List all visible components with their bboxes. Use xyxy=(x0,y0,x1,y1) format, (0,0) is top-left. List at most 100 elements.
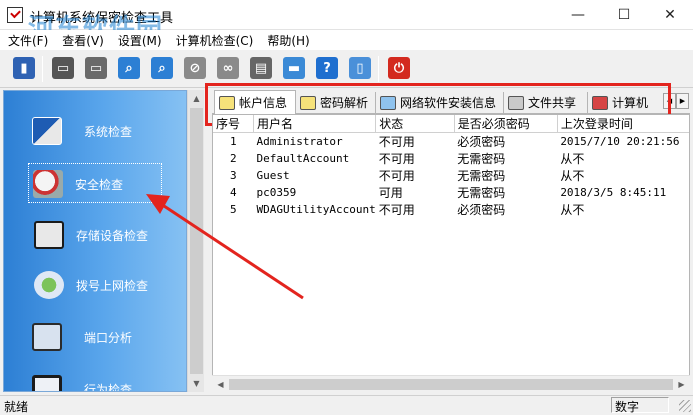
security-check-icon xyxy=(33,170,63,198)
table-cell: 不可用 xyxy=(378,169,415,183)
table-row[interactable]: 2 DefaultAccount 不可用 无需密码 从不 xyxy=(213,150,689,167)
resize-grip-icon[interactable] xyxy=(679,400,691,412)
tab-network-software[interactable]: 网络软件安装信息 xyxy=(376,92,504,113)
col-header-status[interactable]: 状态 xyxy=(375,115,455,133)
monitor-check-icon: ▭ xyxy=(85,57,107,79)
minimize-button[interactable]: — xyxy=(555,0,601,30)
table-row[interactable]: 3 Guest 不可用 无需密码 从不 xyxy=(213,167,689,184)
help-button[interactable]: ? xyxy=(313,54,341,82)
table-cell: 4 xyxy=(229,186,237,199)
table-cell: WDAGUtilityAccount xyxy=(256,203,376,216)
table-cell: 必须密码 xyxy=(457,203,506,217)
nav-item-security-check[interactable]: 安全检查 xyxy=(28,163,162,203)
tab-computer[interactable]: 计算机 xyxy=(588,92,666,113)
report-button[interactable]: ▤ xyxy=(247,54,275,82)
save-button[interactable]: ▮ xyxy=(10,54,38,82)
scroll-down-icon[interactable]: ▼ xyxy=(188,375,205,392)
table-hscrollbar[interactable]: ◀ ▶ xyxy=(212,375,690,392)
close-button[interactable]: ✕ xyxy=(647,0,693,30)
document-button[interactable]: ▯ xyxy=(346,54,374,82)
nav-item-label: 端口分析 xyxy=(84,331,133,345)
tab-prev-icon[interactable]: ◀ xyxy=(663,93,676,109)
clip-button[interactable]: ⊘ xyxy=(181,54,209,82)
monitor-button[interactable]: ▭ xyxy=(49,54,77,82)
nav-scrollbar[interactable]: ▲ ▼ xyxy=(187,90,204,392)
tab-file-share[interactable]: 文件共享 xyxy=(504,92,588,113)
report-icon: ▤ xyxy=(250,57,272,79)
tab-label: 计算机 xyxy=(612,96,649,110)
link-icon: ∞ xyxy=(217,57,239,79)
nav-panel: 系统检查 安全检查 存储设备检查 拨号上网检查 端口分析 行为检查 xyxy=(3,90,187,392)
exit-icon: ⏻ xyxy=(388,57,410,79)
nav-item-port-analysis[interactable]: 端口分析 xyxy=(4,317,186,357)
scroll-right-icon[interactable]: ▶ xyxy=(673,376,690,393)
nav-item-label: 安全检查 xyxy=(75,178,124,192)
nav-item-label: 行为检查 xyxy=(84,383,133,392)
table-header-row: 序号 用户名 状态 是否必须密码 上次登录时间 xyxy=(213,115,689,133)
nav-item-dialup-check[interactable]: 拨号上网检查 xyxy=(4,265,186,305)
file-share-icon xyxy=(508,95,524,110)
nav-item-behavior-check[interactable]: 行为检查 xyxy=(4,369,186,392)
table-cell: 无需密码 xyxy=(457,152,506,166)
scroll-left-icon[interactable]: ◀ xyxy=(212,376,229,393)
scroll-thumb[interactable] xyxy=(190,108,203,374)
window-title: 计算机系统保密检查工具 xyxy=(30,11,174,26)
nav-item-system-check[interactable]: 系统检查 xyxy=(4,111,186,151)
folder-button[interactable]: ▬ xyxy=(280,54,308,82)
tab-password-analysis[interactable]: 密码解析 xyxy=(296,92,376,113)
table-cell: 1 xyxy=(229,135,237,148)
table-cell: 2 xyxy=(229,152,237,165)
col-header-last-login[interactable]: 上次登录时间 xyxy=(557,115,689,133)
table-row[interactable]: 1 Administrator 不可用 必须密码 2015/7/10 20:21:56 xyxy=(213,133,689,151)
table-cell: pc0359 xyxy=(256,186,297,199)
save-icon: ▮ xyxy=(13,57,35,79)
maximize-button[interactable]: ☐ xyxy=(601,0,647,30)
table-cell: 无需密码 xyxy=(457,186,506,200)
computer-icon xyxy=(592,95,608,110)
scroll-thumb[interactable] xyxy=(229,379,673,390)
account-table-panel: 序号 用户名 状态 是否必须密码 上次登录时间 1 Administrator 不可… xyxy=(212,114,690,392)
system-check-icon xyxy=(32,117,62,145)
app-check-icon[interactable] xyxy=(7,7,23,23)
table-row[interactable]: 5 WDAGUtilityAccount 不可用 必须密码 从不 xyxy=(213,201,689,218)
clip-icon: ⊘ xyxy=(184,57,206,79)
menu-computer-check[interactable]: 计算机检查(C) xyxy=(176,32,254,49)
table-cell: 不可用 xyxy=(378,152,415,166)
menu-help[interactable]: 帮助(H) xyxy=(267,32,309,49)
tab-label: 密码解析 xyxy=(320,96,369,110)
tab-account-info[interactable]: 帐户信息 xyxy=(214,90,296,114)
zoom-icon: ⌕ xyxy=(151,57,173,79)
table-cell: 2018/3/5 8:45:11 xyxy=(560,186,667,199)
exit-button[interactable]: ⏻ xyxy=(385,54,413,82)
table-row[interactable]: 4 pc0359 可用 无需密码 2018/3/5 8:45:11 xyxy=(213,184,689,201)
menu-bar: 文件(F) 查看(V) 设置(M) 计算机检查(C) 帮助(H) xyxy=(0,30,693,50)
table-cell: 不可用 xyxy=(378,135,415,149)
col-header-index[interactable]: 序号 xyxy=(213,115,255,133)
link-button[interactable]: ∞ xyxy=(214,54,242,82)
dialup-check-icon xyxy=(34,271,64,299)
table-cell: 从不 xyxy=(560,203,585,217)
nav-item-storage-check[interactable]: 存储设备检查 xyxy=(4,215,186,255)
tab-label: 文件共享 xyxy=(528,96,577,110)
menu-settings[interactable]: 设置(M) xyxy=(118,32,162,49)
tab-label: 网络软件安装信息 xyxy=(400,96,497,110)
scroll-up-icon[interactable]: ▲ xyxy=(188,90,205,107)
search-button[interactable]: ⌕ xyxy=(115,54,143,82)
zoom-button[interactable]: ⌕ xyxy=(148,54,176,82)
nav-item-label: 存储设备检查 xyxy=(76,229,149,243)
col-header-username[interactable]: 用户名 xyxy=(253,115,377,133)
numlock-indicator: 数字 xyxy=(611,397,669,414)
table-cell: 2015/7/10 20:21:56 xyxy=(560,135,680,148)
table-cell: 可用 xyxy=(378,186,403,200)
col-header-password-required[interactable]: 是否必须密码 xyxy=(454,115,558,133)
menu-view[interactable]: 查看(V) xyxy=(62,32,104,49)
monitor-check-button[interactable]: ▭ xyxy=(82,54,110,82)
menu-file[interactable]: 文件(F) xyxy=(8,32,48,49)
status-bar: 就绪 数字 xyxy=(0,395,693,414)
tab-next-icon[interactable]: ▶ xyxy=(676,93,689,109)
table-cell: 从不 xyxy=(560,169,585,183)
search-icon: ⌕ xyxy=(118,57,140,79)
toolbar: ▮ ▭ ▭ ⌕ ⌕ ⊘ ∞ ▤ ▬? ▯ ⏻ xyxy=(0,50,693,88)
port-analysis-icon xyxy=(32,323,62,351)
table-cell: DefaultAccount xyxy=(256,152,350,165)
